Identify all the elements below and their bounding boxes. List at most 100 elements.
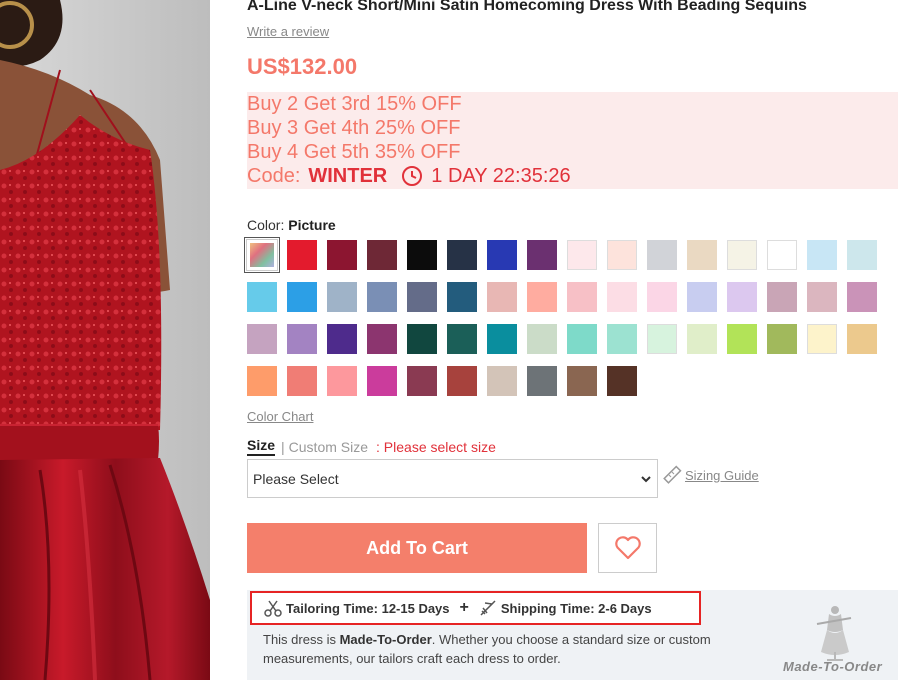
delivery-times: Tailoring Time: 12-15 Days + Shipping Ti… xyxy=(250,591,701,625)
color-swatch[interactable] xyxy=(447,240,477,270)
color-swatch[interactable] xyxy=(727,240,757,270)
color-swatch[interactable] xyxy=(407,324,437,354)
dress-image xyxy=(0,0,210,680)
promo-code-label: Code: xyxy=(247,165,301,187)
made-to-order-panel: Tailoring Time: 12-15 Days + Shipping Ti… xyxy=(247,590,898,680)
color-swatch[interactable] xyxy=(527,282,557,312)
product-title: A-Line V-neck Short/Mini Satin Homecomin… xyxy=(247,0,807,14)
color-swatch[interactable] xyxy=(687,282,717,312)
color-swatch[interactable] xyxy=(527,324,557,354)
color-swatch[interactable] xyxy=(687,324,717,354)
made-to-order-logo-text: Made-To-Order xyxy=(783,659,883,674)
color-swatch[interactable] xyxy=(487,282,517,312)
color-chart-link[interactable]: Color Chart xyxy=(247,409,313,424)
promo-line: Buy 2 Get 3rd 15% OFF xyxy=(247,93,462,115)
product-price: US$132.00 xyxy=(247,54,358,79)
color-swatch[interactable] xyxy=(807,282,837,312)
promo-line: Buy 4 Get 5th 35% OFF xyxy=(247,141,461,163)
selected-color: Picture xyxy=(288,217,336,233)
color-swatch[interactable] xyxy=(647,282,677,312)
heart-icon xyxy=(614,536,641,560)
color-swatch[interactable] xyxy=(247,282,277,312)
color-swatch[interactable] xyxy=(487,324,517,354)
color-swatch[interactable] xyxy=(567,240,597,270)
color-swatch[interactable] xyxy=(287,240,317,270)
color-swatch[interactable] xyxy=(287,366,317,396)
wishlist-button[interactable] xyxy=(598,523,657,573)
color-swatch[interactable] xyxy=(607,282,637,312)
color-swatch[interactable] xyxy=(247,366,277,396)
color-swatch[interactable] xyxy=(407,366,437,396)
color-swatch[interactable] xyxy=(287,282,317,312)
color-swatch[interactable] xyxy=(847,240,877,270)
color-swatch[interactable] xyxy=(327,324,357,354)
size-select[interactable]: Please Select xyxy=(247,459,658,498)
color-swatch[interactable] xyxy=(727,282,757,312)
tab-custom-size[interactable]: Custom Size xyxy=(289,439,368,455)
mto-desc-prefix: This dress is xyxy=(263,632,340,647)
color-swatch[interactable] xyxy=(767,324,797,354)
color-swatch[interactable] xyxy=(727,324,757,354)
color-swatch[interactable] xyxy=(367,324,397,354)
color-swatch[interactable] xyxy=(767,282,797,312)
shipping-time: Shipping Time: 2-6 Days xyxy=(500,600,652,616)
color-swatch[interactable] xyxy=(527,240,557,270)
color-swatch[interactable] xyxy=(367,366,397,396)
size-select-value: Please Select xyxy=(253,470,339,487)
color-swatch[interactable] xyxy=(287,324,317,354)
color-swatch[interactable] xyxy=(327,282,357,312)
color-swatch[interactable] xyxy=(487,240,517,270)
color-swatch[interactable] xyxy=(567,324,597,354)
sizing-guide-label: Sizing Guide xyxy=(685,467,759,483)
color-swatch[interactable] xyxy=(807,324,837,354)
color-swatch[interactable] xyxy=(447,282,477,312)
color-swatch[interactable] xyxy=(327,240,357,270)
color-label: Color: Picture xyxy=(247,217,336,233)
size-tabs: Size | Custom Size : Please select size xyxy=(247,437,496,456)
tab-separator: | xyxy=(281,438,285,455)
color-swatch[interactable] xyxy=(647,240,677,270)
tab-size[interactable]: Size xyxy=(247,437,276,456)
color-swatch[interactable] xyxy=(767,240,797,270)
clock-icon xyxy=(402,166,423,186)
countdown-timer: 1 DAY 22:35:26 xyxy=(431,165,571,187)
promo-line: Buy 3 Get 4th 25% OFF xyxy=(247,117,461,139)
color-swatch[interactable] xyxy=(807,240,837,270)
color-swatch[interactable] xyxy=(407,282,437,312)
tailoring-time: Tailoring Time: 12-15 Days xyxy=(286,600,450,616)
mto-desc-bold: Made-To-Order xyxy=(339,632,432,647)
color-swatch[interactable] xyxy=(607,240,637,270)
product-photo[interactable] xyxy=(0,0,210,680)
scissors-icon xyxy=(264,600,282,617)
color-swatch[interactable] xyxy=(607,366,637,396)
color-swatch[interactable] xyxy=(487,366,517,396)
made-to-order-description: This dress is Made-To-Order. Whether you… xyxy=(263,630,743,668)
size-warning: : Please select size xyxy=(376,438,496,455)
color-swatch[interactable] xyxy=(447,366,477,396)
sizing-guide-link[interactable]: Sizing Guide xyxy=(662,465,759,485)
color-swatch[interactable] xyxy=(247,324,277,354)
color-swatch[interactable] xyxy=(647,324,677,354)
color-swatch[interactable] xyxy=(567,282,597,312)
promo-code-line: Code: WINTER 1 DAY 22:35:26 xyxy=(247,164,898,188)
color-swatch[interactable] xyxy=(847,324,877,354)
color-swatch[interactable] xyxy=(607,324,637,354)
chevron-down-icon xyxy=(641,475,651,482)
color-swatch[interactable] xyxy=(327,366,357,396)
color-swatch[interactable] xyxy=(527,366,557,396)
color-swatch[interactable] xyxy=(687,240,717,270)
color-swatch[interactable] xyxy=(367,240,397,270)
color-swatch[interactable] xyxy=(407,240,437,270)
color-swatch[interactable] xyxy=(567,366,597,396)
color-swatch[interactable] xyxy=(367,282,397,312)
color-swatch[interactable] xyxy=(847,282,877,312)
add-to-cart-button[interactable]: Add To Cart xyxy=(247,523,587,573)
promo-code: WINTER xyxy=(308,165,388,187)
color-swatch-picture[interactable] xyxy=(244,237,280,273)
promo-banner: Buy 2 Get 3rd 15% OFF Buy 3 Get 4th 25% … xyxy=(247,92,898,189)
ruler-icon xyxy=(663,465,682,484)
plus-sign: + xyxy=(459,599,469,616)
color-swatch[interactable] xyxy=(447,324,477,354)
write-review-link[interactable]: Write a review xyxy=(247,24,329,39)
color-label-text: Color: xyxy=(247,217,285,233)
